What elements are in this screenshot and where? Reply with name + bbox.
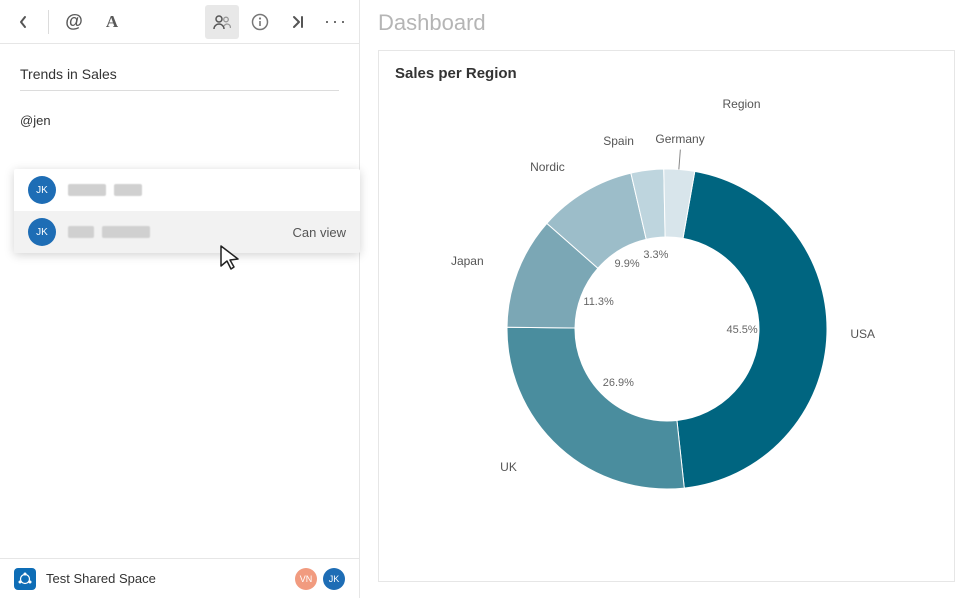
donut-chart: USA 45.5% UK 26.9% Japan 11.3% Nordic 9.9% Spain… [379, 87, 954, 571]
avatar: JK [28, 218, 56, 246]
mention-input[interactable]: @jen [20, 113, 339, 128]
panel-body: Trends in Sales @jen JK JK Can vi [0, 44, 359, 558]
user-avatar[interactable]: JK [323, 568, 345, 590]
people-icon [213, 14, 231, 30]
chart-card: Sales per Region Region USA45.5%UK26.9%J… [378, 50, 955, 582]
info-button[interactable] [243, 5, 277, 39]
main-content: Dashboard Sales per Region Region USA45.… [360, 0, 971, 598]
slice-label: Japan [451, 254, 484, 268]
slice-percent: 9.9% [615, 258, 640, 270]
slice-label: Nordic [530, 160, 565, 174]
chart-title: Sales per Region [395, 65, 938, 82]
people-button[interactable] [205, 5, 239, 39]
slice-percent: 11.3% [583, 296, 613, 308]
mention-button[interactable]: @ [57, 5, 91, 39]
suggestion-item[interactable]: JK [14, 169, 360, 211]
slice-percent: 45.5% [726, 324, 757, 336]
info-icon [251, 13, 269, 31]
redacted-name [68, 226, 150, 238]
slice-label: Germany [655, 132, 704, 146]
slice-label: USA [850, 327, 875, 341]
avatar: JK [28, 176, 56, 204]
slice-label: UK [500, 460, 517, 474]
permission-label: Can view [293, 225, 346, 240]
space-name[interactable]: Test Shared Space [46, 571, 156, 586]
user-avatar[interactable]: VN [295, 568, 317, 590]
space-icon [14, 568, 36, 590]
dashboard-title: Dashboard [378, 10, 955, 36]
more-button[interactable]: ··· [319, 5, 353, 39]
section-title: Trends in Sales [20, 66, 339, 91]
goto-end-button[interactable] [281, 5, 315, 39]
donut-svg [487, 149, 847, 509]
slice-percent: 26.9% [603, 377, 634, 389]
donut-slice[interactable] [507, 327, 684, 489]
goto-end-icon [291, 15, 305, 29]
redacted-name [68, 184, 142, 196]
footer-bar: Test Shared Space VN JK [0, 558, 359, 598]
separator [48, 10, 49, 34]
slice-percent: 3.3% [643, 249, 668, 261]
back-button[interactable] [6, 5, 40, 39]
mention-suggestions: JK JK Can view [14, 169, 360, 253]
notes-panel: @ A [0, 0, 360, 598]
slice-label: Spain [603, 134, 634, 148]
panel-toolbar: @ A [0, 0, 359, 44]
suggestion-item[interactable]: JK Can view [14, 211, 360, 253]
text-style-button[interactable]: A [95, 5, 129, 39]
